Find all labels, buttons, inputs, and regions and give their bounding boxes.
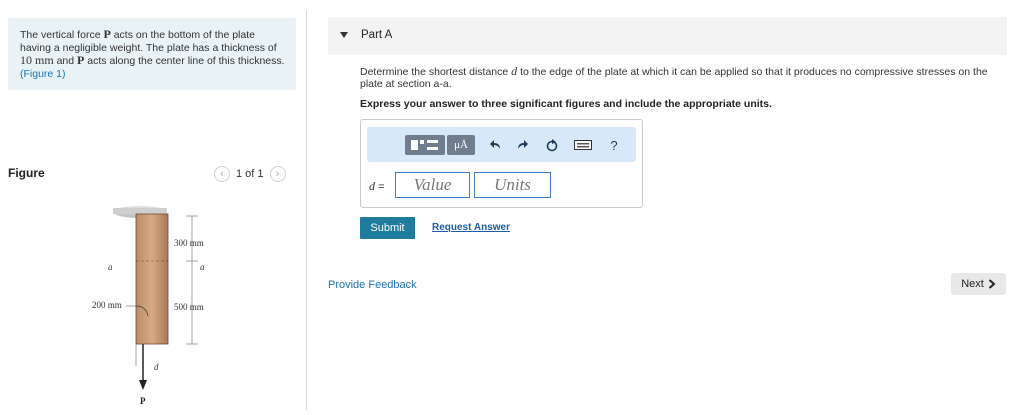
undo-icon[interactable] <box>487 135 505 155</box>
answer-box: μÅ ? d = Value Units <box>360 119 643 208</box>
problem-statement: The vertical force P acts on the bottom … <box>8 18 296 90</box>
figure-link[interactable]: (Figure 1) <box>20 68 66 80</box>
value-input[interactable]: Value <box>395 172 470 198</box>
pager-text: 1 of 1 <box>236 168 264 180</box>
chevron-right-icon[interactable]: › <box>269 166 286 182</box>
next-label: Next <box>961 278 984 290</box>
problem-text: acts along the center line of this thick… <box>84 55 285 67</box>
ceiling-support <box>113 208 167 214</box>
question-text: Determine the shortest distance d to the… <box>360 65 1000 90</box>
plate <box>135 213 169 345</box>
figure-pager: ‹ 1 of 1 › <box>214 166 286 182</box>
section-label-a: a <box>200 262 205 272</box>
problem-text: The vertical force <box>20 29 104 41</box>
section-label-a: a <box>108 262 113 272</box>
force-symbol: P <box>103 27 111 41</box>
plate-figure: 300 mm 500 mm 200 mm a a d P <box>80 198 240 410</box>
figure-title: Figure <box>8 166 45 180</box>
mu-units-icon[interactable]: μÅ <box>447 135 475 155</box>
request-answer-link[interactable]: Request Answer <box>432 222 510 233</box>
d-label: d <box>154 362 159 372</box>
part-header[interactable]: Part A <box>328 17 1007 55</box>
units-input[interactable]: Units <box>474 172 551 198</box>
left-panel: The vertical force P acts on the bottom … <box>0 0 306 410</box>
next-button[interactable]: Next <box>951 273 1006 295</box>
problem-text: and <box>53 55 78 67</box>
force-arrow-head <box>139 380 147 390</box>
math-toolbar: μÅ ? <box>367 127 636 162</box>
panel-divider <box>306 10 307 410</box>
keyboard-icon[interactable] <box>573 135 593 155</box>
part-title: Part A <box>361 29 393 41</box>
dimension-label-300: 300 mm <box>174 238 204 248</box>
help-icon[interactable]: ? <box>607 135 621 155</box>
redo-icon[interactable] <box>513 135 531 155</box>
thickness-value: 10 mm <box>20 53 54 67</box>
question-part: Determine the shortest distance <box>360 66 512 78</box>
submit-button[interactable]: Submit <box>360 217 415 239</box>
collapse-triangle-icon[interactable] <box>340 32 348 38</box>
equals-sign: = <box>378 181 385 193</box>
right-panel: Part A Determine the shortest distance d… <box>328 0 1008 410</box>
provide-feedback-link[interactable]: Provide Feedback <box>328 279 417 291</box>
answer-variable: d <box>369 179 375 193</box>
templates-icon[interactable] <box>405 135 445 155</box>
chevron-left-icon[interactable]: ‹ <box>214 166 230 182</box>
dimension-label-500: 500 mm <box>174 302 204 312</box>
dimension-label-200: 200 mm <box>92 300 122 310</box>
chevron-right-icon <box>988 279 996 289</box>
instruction-text: Express your answer to three significant… <box>360 98 772 110</box>
reset-icon[interactable] <box>543 135 561 155</box>
force-label-p: P <box>140 396 146 406</box>
answer-variable-label: d = <box>369 179 385 194</box>
plate-diagram: 300 mm 500 mm 200 mm a a d P <box>92 206 205 406</box>
